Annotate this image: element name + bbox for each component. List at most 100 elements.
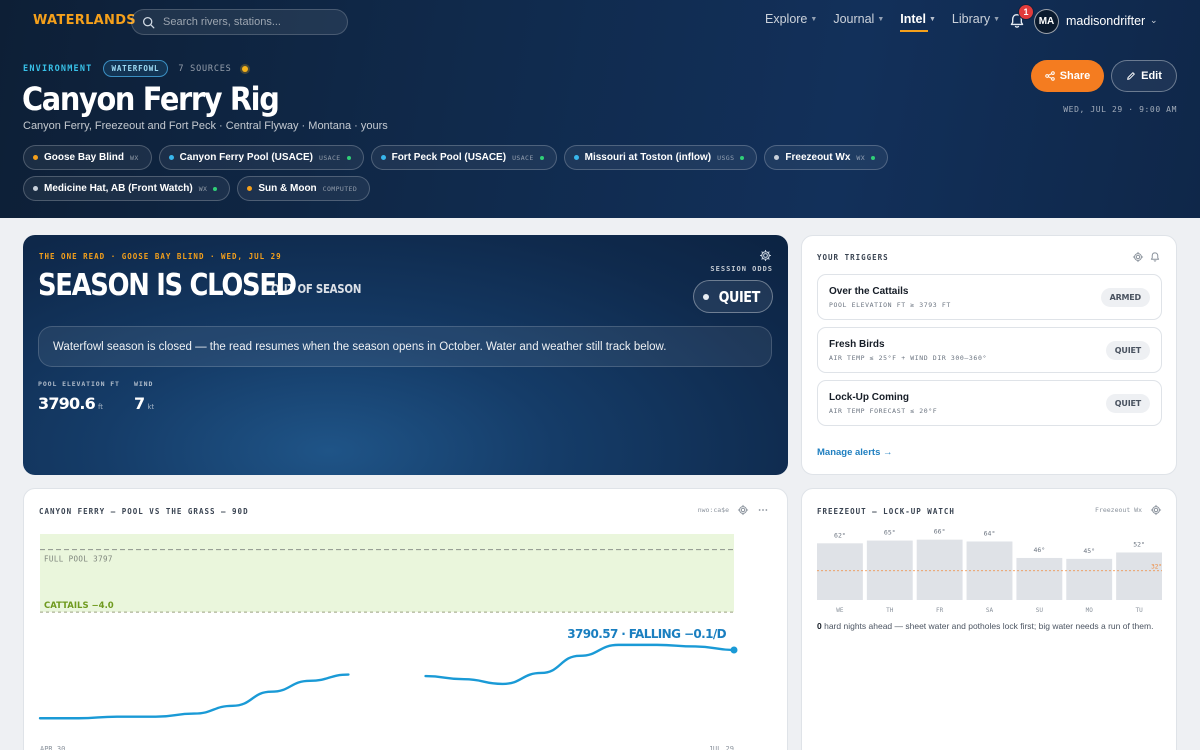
chip-color-dot (168, 155, 174, 160)
chip-name: Fort Peck Pool (USACE) (391, 152, 507, 163)
chip-status-dot (213, 186, 218, 191)
edit-button[interactable]: Edit (1111, 60, 1177, 92)
pool-series-line (424, 643, 736, 686)
source-chips: Goose Bay Blind WX Canyon Ferry Pool (USAC… (23, 145, 1023, 201)
trigger-fresh-birds[interactable]: Fresh Birds AIR TEMP ≤ 25°F + WIND DIR 3… (817, 327, 1162, 373)
trigger-lock-up-coming[interactable]: Lock-Up Coming AIR TEMP FORECAST ≤ 20°F … (817, 380, 1162, 426)
chip-source: COMPUTED (322, 184, 358, 193)
chip-color-dot (247, 186, 253, 191)
current-annotation: 3790.57 · FALLING −0.1/D (567, 627, 726, 641)
page-title: Canyon Ferry Rig (22, 80, 280, 118)
x-tick-label: APR 30 (40, 745, 65, 750)
trigger-name: Lock-Up Coming (829, 392, 909, 403)
chip-color-dot (33, 186, 38, 191)
stat-value: 3790.6 ft (38, 394, 120, 413)
temp-bar (866, 540, 913, 600)
chip-name: Sun & Moon (258, 183, 317, 194)
chip-name: Goose Bay Blind (44, 152, 125, 163)
trigger-status: QUIET (1105, 341, 1150, 360)
source-chip[interactable]: Medicine Hat, AB (Front Watch) WX (23, 176, 231, 201)
pool-chart-heading: CANYON FERRY — POOL VS THE GRASS — 90D (39, 507, 249, 516)
nav-journal[interactable]: Journal ▼ (833, 12, 884, 26)
edit-label: Edit (1141, 70, 1162, 82)
bar-value-label: 52° (1133, 540, 1145, 548)
source-chip[interactable]: Missouri at Toston (inflow) USGS (563, 145, 758, 170)
cattails-label: CATTAILS −4.0 (44, 601, 114, 611)
source-chip[interactable]: Goose Bay Blind WX (23, 145, 152, 170)
gear-icon[interactable] (759, 249, 772, 262)
chip-name: Freezeout Wx (785, 152, 851, 163)
stat-wind: WIND 7 kt (134, 380, 154, 413)
stat-number: 7 (134, 394, 145, 413)
bar-value-label: 62° (834, 531, 846, 539)
read-title: SEASON IS CLOSED (38, 268, 297, 303)
nav-intel[interactable]: Intel ▼ (900, 12, 936, 32)
chip-source: USGS (717, 153, 735, 162)
gear-icon[interactable] (737, 504, 749, 516)
sources-count[interactable]: 7 SOURCES (178, 64, 231, 74)
nav-library[interactable]: Library ▼ (952, 12, 1000, 26)
chevron-down-icon: ▼ (810, 15, 818, 23)
chip-color-dot (380, 155, 386, 160)
source-chip[interactable]: Canyon Ferry Pool (USACE) USACE (158, 145, 364, 170)
freezeout-source: Freezeout Wx (1095, 506, 1142, 514)
freezeout-card: 62° WE 65° TH 66° FR 64° SA 46° SU 45° MO 52° TU 32° F… (801, 488, 1177, 750)
pool-series-line (38, 673, 350, 720)
read-subtag: OUT OF SEASON (271, 282, 362, 296)
chip-source: USACE (512, 153, 534, 162)
day-label: TH (886, 607, 894, 614)
trigger-status: QUIET (1105, 394, 1150, 413)
triggers-card: YOUR TRIGGERS Over the Cattails POOL ELE… (801, 235, 1177, 475)
app-logo[interactable]: WATERLANDS (33, 13, 136, 28)
temp-bar (1066, 558, 1113, 600)
page-meta: ENVIRONMENT WATERFOWL 7 SOURCES (23, 60, 248, 77)
chip-name: Missouri at Toston (inflow) (584, 152, 712, 163)
temp-bar (817, 543, 863, 600)
odds-dot (702, 293, 709, 300)
x-tick-label: JUL 29 (709, 745, 734, 750)
full-pool-label: FULL POOL 3797 (44, 555, 113, 564)
manage-alerts-link[interactable]: Manage alerts → (817, 447, 893, 458)
day-label: FR (936, 607, 944, 614)
avatar[interactable]: MA (1034, 9, 1059, 34)
trigger-name: Fresh Birds (829, 339, 885, 350)
session-odds-pill[interactable]: QUIET (693, 280, 773, 313)
nav-explore[interactable]: Explore ▼ (765, 12, 817, 26)
notification-badge: 1 (1018, 4, 1034, 20)
trigger-name: Over the Cattails (829, 286, 909, 297)
nav-label: Intel (900, 12, 926, 26)
bell-icon[interactable] (1149, 251, 1161, 263)
search-input[interactable] (163, 16, 333, 28)
source-chip[interactable]: Fort Peck Pool (USACE) USACE (370, 145, 557, 170)
chip-status-dot (539, 155, 544, 160)
chip-name: Medicine Hat, AB (Front Watch) (44, 183, 193, 194)
type-tag[interactable]: WATERFOWL (102, 60, 169, 77)
day-label: MO (1086, 607, 1094, 614)
username[interactable]: madisondrifter (1066, 14, 1145, 28)
stat-number: 3790.6 (38, 394, 96, 413)
freezeout-note-text: hard nights ahead — sheet water and poth… (821, 621, 1154, 631)
stat-pool-elevation: POOL ELEVATION FT 3790.6 ft (38, 380, 120, 413)
odds-value: QUIET (718, 287, 760, 306)
pencil-icon (1127, 72, 1135, 80)
search-box[interactable] (131, 9, 348, 35)
share-icon (1044, 71, 1055, 81)
source-chip[interactable]: Freezeout Wx WX (764, 145, 889, 170)
timestamp: WED, JUL 29 · 9:00 AM (1063, 105, 1177, 114)
more-icon[interactable] (757, 504, 769, 516)
chevron-down-icon: ▼ (877, 15, 885, 23)
temp-bar (916, 539, 963, 600)
temp-bar (1016, 557, 1063, 600)
chip-status-dot (871, 155, 876, 160)
trigger-over-the-cattails[interactable]: Over the Cattails POOL ELEVATION FT ≥ 37… (817, 274, 1162, 320)
stat-label: WIND (134, 380, 154, 388)
gear-icon[interactable] (1132, 251, 1144, 263)
source-chip[interactable]: Sun & Moon COMPUTED (237, 176, 371, 201)
share-button[interactable]: Share (1031, 60, 1104, 92)
gear-icon[interactable] (1150, 504, 1162, 516)
pool-chart-actions: nwo:ca$e (698, 504, 769, 516)
trigger-condition: AIR TEMP ≤ 25°F + WIND DIR 300–360° (829, 354, 987, 362)
chip-source: WX (856, 153, 866, 162)
chevron-down-icon[interactable]: ⌄ (1150, 15, 1158, 26)
nav-label: Journal (833, 12, 875, 26)
